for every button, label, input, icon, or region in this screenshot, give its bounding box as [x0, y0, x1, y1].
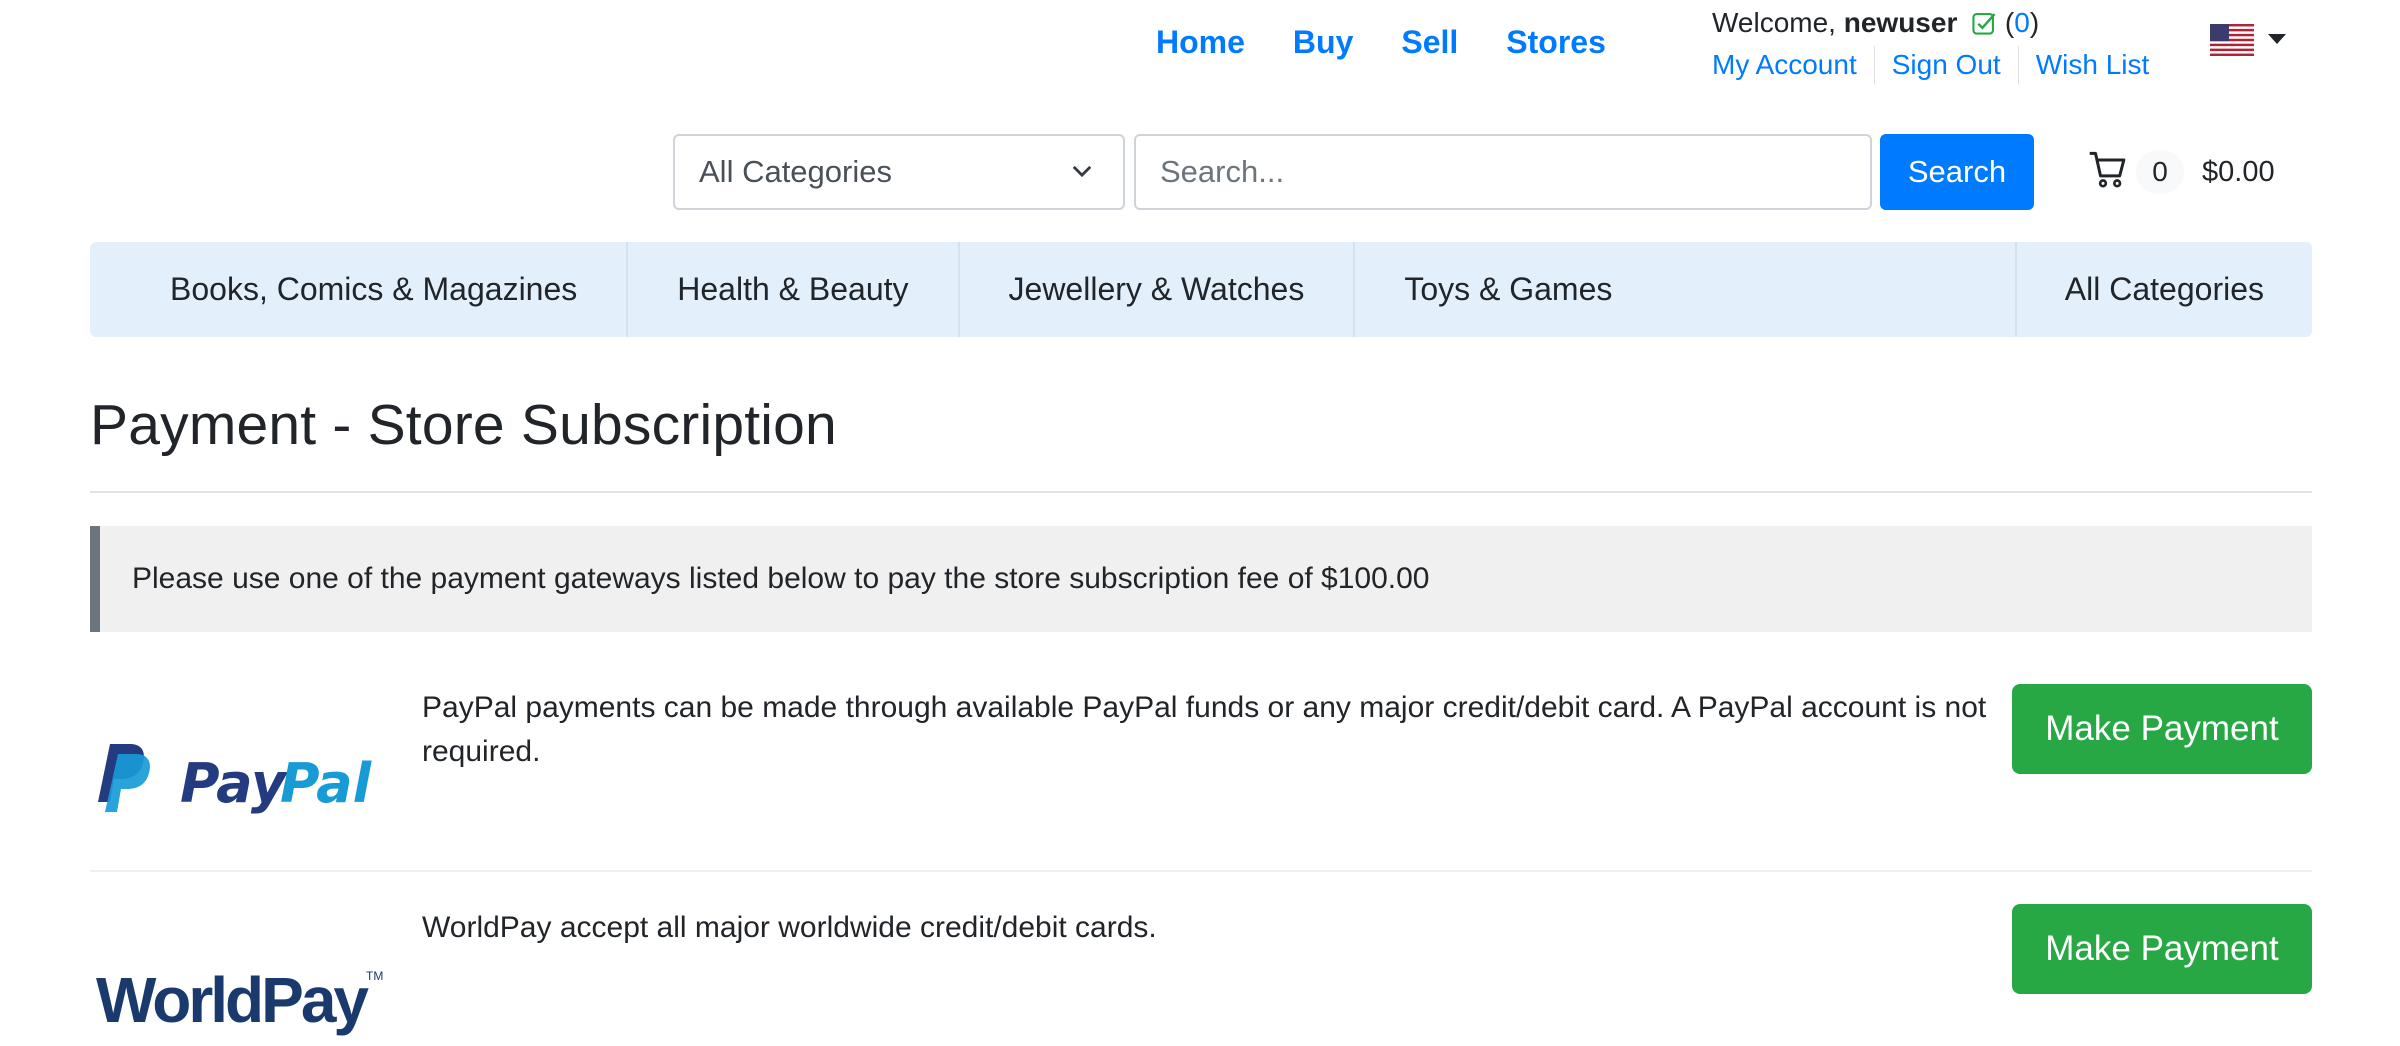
nav-buy-link[interactable]: Buy — [1293, 18, 1353, 66]
category-select[interactable]: All Categories — [673, 134, 1125, 210]
svg-text:Pay: Pay — [180, 752, 289, 815]
worldpay-description: WorldPay accept all major worldwide cred… — [422, 911, 1157, 944]
username: newuser — [1843, 7, 1958, 38]
category-bar-spacer — [1661, 242, 2017, 337]
svg-text:TM: TM — [366, 969, 383, 983]
category-jewellery-watches[interactable]: Jewellery & Watches — [960, 242, 1356, 337]
search-button[interactable]: Search — [1880, 134, 2034, 210]
search-input[interactable] — [1134, 134, 1872, 210]
cart-icon[interactable] — [2088, 150, 2128, 190]
category-books-comics-magazines[interactable]: Books, Comics & Magazines — [90, 242, 629, 337]
nav-stores-link[interactable]: Stores — [1506, 18, 1606, 66]
svg-text:WorldPay: WorldPay — [96, 964, 369, 1036]
category-toys-games[interactable]: Toys & Games — [1355, 242, 1661, 337]
divider — [90, 491, 2312, 493]
welcome-message: Welcome, newuser (0) — [1712, 4, 2039, 42]
category-health-beauty[interactable]: Health & Beauty — [628, 242, 960, 337]
my-account-link[interactable]: My Account — [1712, 46, 1874, 84]
category-all[interactable]: All Categories — [2017, 242, 2312, 337]
worldpay-logo: WorldPay TM — [96, 964, 383, 1036]
welcome-prefix: Welcome, — [1712, 7, 1836, 38]
main-nav: Home Buy Sell Stores — [1156, 18, 1654, 66]
paypal-description: PayPal payments can be made through avai… — [422, 691, 1987, 768]
sign-out-link[interactable]: Sign Out — [1873, 46, 2018, 84]
gateway-row-paypal: Pay Pal PayPal payments can be made thro… — [90, 670, 2312, 872]
page-title: Payment - Store Subscription — [90, 393, 837, 457]
account-links: My Account Sign Out Wish List — [1712, 46, 2166, 84]
paypal-logo: Pay Pal — [98, 744, 373, 815]
cart-count-badge[interactable]: 0 — [2136, 150, 2184, 194]
wish-list-link[interactable]: Wish List — [2017, 46, 2167, 84]
message-count-badge[interactable]: (0) — [2005, 7, 2039, 38]
nav-sell-link[interactable]: Sell — [1401, 18, 1458, 66]
worldpay-make-payment-button[interactable]: Make Payment — [2012, 904, 2312, 994]
category-bar: Books, Comics & Magazines Health & Beaut… — [90, 242, 2312, 337]
payment-notice: Please use one of the payment gateways l… — [90, 526, 2312, 632]
message-count: 0 — [2014, 7, 2030, 38]
category-select-value: All Categories — [699, 154, 892, 189]
us-flag-icon[interactable] — [2210, 24, 2254, 56]
chevron-down-icon[interactable] — [2268, 34, 2286, 44]
nav-home-link[interactable]: Home — [1156, 18, 1245, 66]
cart-total[interactable]: $0.00 — [2202, 150, 2275, 194]
gateway-row-worldpay: WorldPay TM WorldPay accept all major wo… — [90, 892, 2312, 1046]
svg-text:Pal: Pal — [280, 752, 373, 815]
check-square-icon — [1972, 13, 1996, 35]
chevron-down-icon — [1072, 165, 1092, 178]
paypal-make-payment-button[interactable]: Make Payment — [2012, 684, 2312, 774]
